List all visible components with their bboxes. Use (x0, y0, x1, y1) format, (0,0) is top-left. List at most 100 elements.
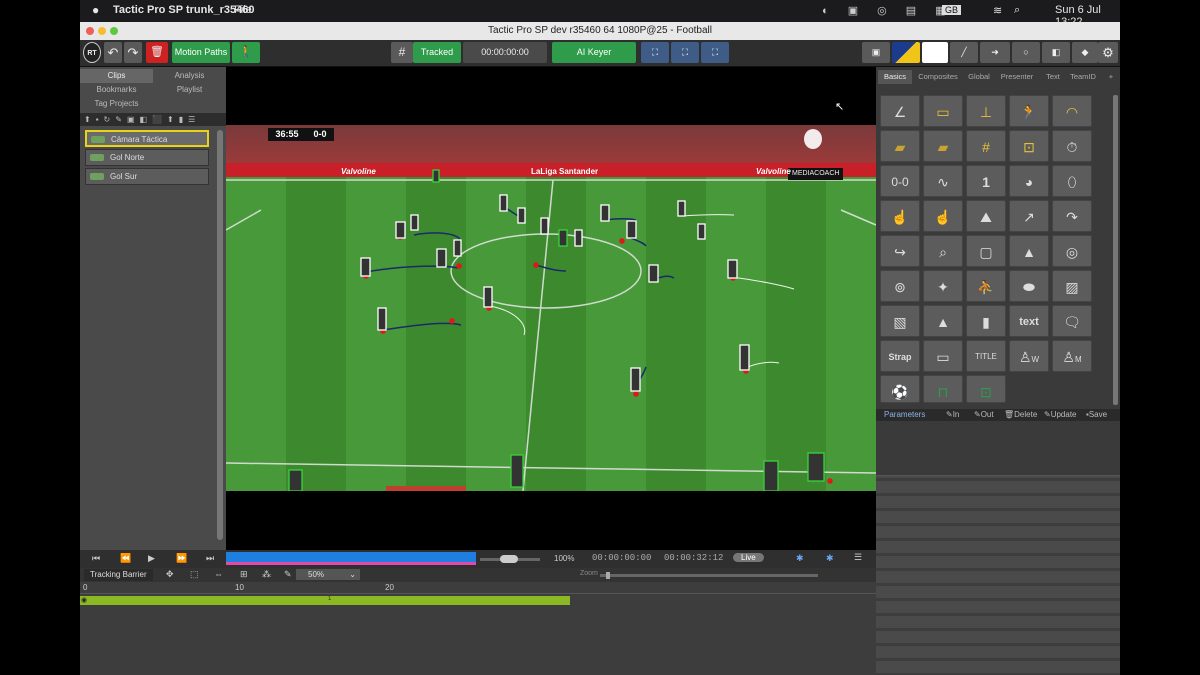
tab-global[interactable]: Global (964, 70, 994, 84)
goal-tool[interactable]: ⊓ (923, 375, 963, 403)
panel-3d-tool[interactable]: ▮ (966, 305, 1006, 337)
frame-tool[interactable]: ▢ (966, 235, 1006, 267)
arrow-straight-tool[interactable]: ↗ (1009, 200, 1049, 232)
pitch-green-tool[interactable]: ⊡ (966, 375, 1006, 403)
tab-add[interactable]: + (1104, 70, 1118, 84)
camera-view-2-button[interactable]: ⛶ (671, 42, 699, 63)
line-style-button[interactable]: ╱ (950, 42, 978, 63)
tab-tag-projects[interactable]: Tag Projects (80, 97, 153, 111)
timecode-display[interactable]: 00:00:00:00 (463, 42, 547, 63)
play-button[interactable]: ▶ (148, 553, 155, 564)
language-badge[interactable]: GB (942, 5, 962, 15)
player-sprint-tool[interactable]: 🏃 (1009, 95, 1049, 127)
marker-icon[interactable]: ✎ (284, 569, 292, 580)
angle-tool[interactable]: ∠ (880, 95, 920, 127)
magnifier-icon[interactable]: ⌕ (923, 235, 963, 267)
rt-logo-button[interactable]: RT (83, 42, 101, 63)
circle-style-button[interactable]: ○ (1012, 42, 1040, 63)
zone-3d-tool[interactable]: ▲ (1009, 235, 1049, 267)
search-icon[interactable]: ⌕ (1014, 4, 1020, 17)
clip-item-gol-norte[interactable]: Gol Norte (85, 149, 209, 166)
update-button[interactable]: ✎Update (1044, 409, 1077, 421)
zoom-slider-thumb[interactable] (606, 572, 610, 579)
tab-composites[interactable]: Composites (914, 70, 962, 84)
clips-scrollbar[interactable] (217, 130, 223, 540)
tab-bookmarks[interactable]: Bookmarks (80, 83, 153, 97)
tab-playlist[interactable]: Playlist (153, 83, 226, 97)
tools-scrollbar[interactable] (1113, 95, 1118, 405)
in-button[interactable]: ✎In (946, 409, 959, 421)
motion-paths-button[interactable]: Motion Paths (172, 42, 230, 63)
skip-start-button[interactable]: ⏮ (92, 553, 100, 564)
zone-shade-tool[interactable]: ▰ (923, 130, 963, 162)
tab-basics[interactable]: Basics (878, 70, 912, 84)
step-forward-button[interactable]: ⏩ (176, 553, 187, 564)
camera-view-1-button[interactable]: ⛶ (641, 42, 669, 63)
player-m-tool[interactable]: ♙M (1052, 340, 1092, 372)
live-badge[interactable]: Live (733, 553, 764, 562)
football-pitch-frame[interactable]: 36:55 0-0 MEDIACOACH Valvoline LaLiga Sa… (226, 125, 876, 491)
spotlight-head-tool[interactable]: ◕ (1009, 165, 1049, 197)
delete-param-button[interactable]: 🗑Delete (1004, 409, 1037, 421)
speed-slider[interactable] (480, 555, 540, 563)
fit-icon[interactable]: ⇔ (214, 569, 223, 579)
save-button[interactable]: ▪Save (1086, 409, 1107, 421)
maximize-window-button[interactable] (110, 27, 118, 35)
nodes-icon[interactable]: ⁂ (262, 569, 271, 580)
step-back-button[interactable]: ⏪ (120, 553, 131, 564)
tab-presenter[interactable]: Presenter (996, 70, 1038, 84)
sync-icon[interactable]: ✱ (796, 553, 804, 564)
callout-tool[interactable]: 🗨 (1052, 305, 1092, 337)
zoom-select[interactable]: 50% ⌄ (296, 569, 360, 580)
hatch-tool[interactable]: ▨ (1052, 270, 1092, 302)
height-tool[interactable]: ⊥ (966, 95, 1006, 127)
tab-teamid[interactable]: TeamID (1066, 70, 1100, 84)
tracked-button[interactable]: Tracked (413, 42, 461, 63)
close-window-button[interactable] (86, 27, 94, 35)
hand-pointer-tool[interactable]: ☝ (880, 200, 920, 232)
ellipse-tool[interactable]: ⬯ (1052, 165, 1092, 197)
scoreboard-tool[interactable]: 0-0 (880, 165, 920, 197)
menu-icon[interactable]: ☰ (854, 552, 862, 563)
skip-end-button[interactable]: ⏭ (206, 553, 214, 564)
curve-path-tool[interactable]: ∿ (923, 165, 963, 197)
color-swatch-secondary[interactable] (922, 42, 948, 63)
track-start-handle-icon[interactable]: ◉ (81, 596, 87, 604)
disc-tool[interactable]: ⬬ (1009, 270, 1049, 302)
out-button[interactable]: ✎Out (974, 409, 994, 421)
arrow-bend-tool[interactable]: ↪ (880, 235, 920, 267)
redo-button[interactable]: ↷ (124, 42, 142, 63)
video-viewport[interactable]: ↖ 36:55 0-0 MEDIACOACH Valvoline LaLiga … (226, 67, 876, 550)
move-icon[interactable]: ✥ (166, 569, 174, 580)
file-menu[interactable]: File (234, 4, 252, 16)
player-w-tool[interactable]: ♙W (1009, 340, 1049, 372)
text-tool[interactable]: text (1009, 305, 1049, 337)
title-tool[interactable]: TITLE (966, 340, 1006, 372)
offside-shade-tool[interactable]: ▰ (880, 130, 920, 162)
hand-3d-tool[interactable]: ☝ (923, 200, 963, 232)
cone-tool[interactable]: ▲ (923, 305, 963, 337)
clip-item-camara-tactica[interactable]: Cámara Táctica (85, 130, 209, 147)
tab-analysis[interactable]: Analysis (153, 69, 226, 83)
player-ring-tool[interactable]: ⊚ (880, 270, 920, 302)
stripes-tool[interactable]: ▧ (880, 305, 920, 337)
lower-third-tool[interactable]: ▭ (923, 340, 963, 372)
image-tool[interactable]: ⛰ (966, 200, 1006, 232)
playhead-bar[interactable] (226, 552, 476, 565)
speed-slider-thumb[interactable] (500, 555, 518, 563)
strap-tool[interactable]: Strap (880, 340, 920, 372)
ai-keyer-button[interactable]: AI Keyer (552, 42, 636, 63)
tracking-barrier-button[interactable]: Tracking Barrier (84, 569, 153, 581)
color-swatch-primary[interactable] (892, 42, 920, 63)
layers-button[interactable]: ◧ (1042, 42, 1070, 63)
undo-button[interactable]: ↶ (104, 42, 122, 63)
settings-gear-icon[interactable]: ⚙ (1098, 42, 1118, 63)
zoom-slider[interactable] (600, 572, 818, 579)
pitch-tool[interactable]: ⊡ (1009, 130, 1049, 162)
sparkle-tool[interactable]: ✦ (923, 270, 963, 302)
delete-button[interactable]: 🗑 (146, 42, 168, 63)
crop-icon[interactable]: ⬚ (190, 569, 199, 580)
tab-text[interactable]: Text (1040, 70, 1066, 84)
grid-button[interactable]: # (391, 42, 413, 63)
tracking-clip-bar[interactable]: ◉ 1 (80, 596, 570, 605)
